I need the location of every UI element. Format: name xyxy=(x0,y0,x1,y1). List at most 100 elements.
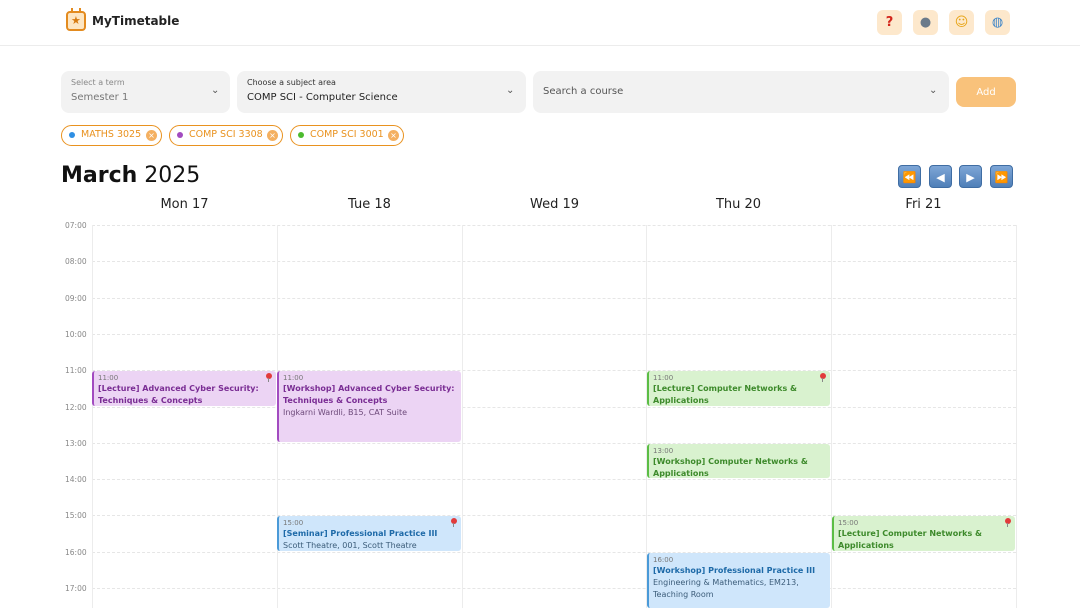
grid-line xyxy=(92,407,1016,408)
pin-icon[interactable] xyxy=(820,373,826,382)
app-title: MyTimetable xyxy=(92,14,180,28)
pin-icon[interactable] xyxy=(266,373,272,382)
chip-label: COMP SCI 3001 xyxy=(310,129,384,140)
color-dot-icon xyxy=(177,132,183,138)
day-divider xyxy=(1016,225,1017,608)
grid-line xyxy=(92,334,1016,335)
skip-forward-icon[interactable]: ⏩ xyxy=(990,165,1013,188)
day-divider xyxy=(646,225,647,608)
day-header-tue: Tue 18 xyxy=(348,197,391,212)
time-label: 07:00 xyxy=(65,221,87,230)
event-location: Teaching Room xyxy=(653,590,714,599)
event-time: 15:00 xyxy=(838,519,859,527)
grid-line xyxy=(92,261,1016,262)
chip-label: MATHS 3025 xyxy=(81,129,142,140)
color-dot-icon xyxy=(69,132,75,138)
close-icon[interactable]: × xyxy=(146,130,157,141)
event-title: [Lecture] Computer Networks & xyxy=(838,529,982,538)
smiley-icon[interactable]: ☺ xyxy=(949,10,974,35)
day-header-wed: Wed 19 xyxy=(529,197,580,212)
event-block[interactable]: 15:00 [Lecture] Computer Networks & Appl… xyxy=(832,516,1015,551)
globe-icon[interactable]: ◍ xyxy=(985,10,1010,35)
grid-line xyxy=(92,298,1016,299)
subject-area-label: Choose a subject area xyxy=(247,78,336,87)
chip-label: COMP SCI 3308 xyxy=(189,129,263,140)
day-divider xyxy=(92,225,93,608)
color-dot-icon xyxy=(298,132,304,138)
event-time: 11:00 xyxy=(283,374,304,382)
time-label: 08:00 xyxy=(65,257,87,266)
year: 2025 xyxy=(144,163,201,188)
course-chip-comp-sci-3308[interactable]: COMP SCI 3308 × xyxy=(169,125,283,146)
event-block[interactable]: 15:00 [Seminar] Professional Practice II… xyxy=(277,516,461,551)
event-time: 11:00 xyxy=(653,374,674,382)
feedback-chat-icon[interactable]: ● xyxy=(913,10,938,35)
event-block[interactable]: 13:00 [Workshop] Computer Networks & App… xyxy=(647,444,830,478)
previous-week-icon[interactable]: ◀ xyxy=(929,165,952,188)
event-block[interactable]: 11:00 [Lecture] Computer Networks & Appl… xyxy=(647,371,830,406)
grid-line xyxy=(92,588,1016,589)
event-title: Applications xyxy=(838,541,894,550)
time-label: 15:00 xyxy=(65,511,87,520)
grid-line xyxy=(92,479,1016,480)
event-time: 16:00 xyxy=(653,556,674,564)
time-label: 13:00 xyxy=(65,439,87,448)
event-block[interactable]: 11:00 [Lecture] Advanced Cyber Security:… xyxy=(92,371,276,406)
month-title: March 2025 xyxy=(61,163,200,188)
event-title: [Workshop] Advanced Cyber Security: xyxy=(283,384,455,393)
skip-back-icon[interactable]: ⏪ xyxy=(898,165,921,188)
time-label: 10:00 xyxy=(65,330,87,339)
event-block[interactable]: 16:00 [Workshop] Professional Practice I… xyxy=(647,553,830,608)
add-button[interactable]: Add xyxy=(956,77,1016,107)
pin-icon[interactable] xyxy=(1005,518,1011,527)
chevron-down-icon: ⌄ xyxy=(506,85,515,96)
event-title: [Lecture] Advanced Cyber Security: xyxy=(98,384,259,393)
grid-line xyxy=(92,443,1016,444)
grid-line xyxy=(92,552,1016,553)
event-title: Applications xyxy=(653,396,709,405)
course-search-placeholder: Search a course xyxy=(543,86,624,97)
grid-line xyxy=(92,225,1016,226)
day-divider xyxy=(831,225,832,608)
pin-icon[interactable] xyxy=(451,518,457,527)
chevron-down-icon: ⌄ xyxy=(211,85,220,96)
event-block[interactable]: 11:00 [Workshop] Advanced Cyber Security… xyxy=(277,371,461,442)
day-header-mon: Mon 17 xyxy=(160,197,209,212)
term-select-label: Select a term xyxy=(71,78,125,87)
course-chip-maths-3025[interactable]: MATHS 3025 × xyxy=(61,125,162,146)
event-time: 11:00 xyxy=(98,374,119,382)
course-search-input[interactable]: Search a course ⌄ xyxy=(533,71,949,113)
calendar-logo-icon: ★ xyxy=(66,8,86,31)
top-bar: ★ MyTimetable ? ● ☺ ◍ xyxy=(0,0,1080,46)
time-label: 16:00 xyxy=(65,548,87,557)
event-time: 13:00 xyxy=(653,447,674,455)
term-select[interactable]: Select a term Semester 1 ⌄ xyxy=(61,71,230,113)
time-label: 14:00 xyxy=(65,475,87,484)
time-label: 09:00 xyxy=(65,294,87,303)
close-icon[interactable]: × xyxy=(388,130,399,141)
chevron-down-icon: ⌄ xyxy=(929,85,938,96)
event-title: Techniques & Concepts xyxy=(283,396,388,405)
month-name: March xyxy=(61,163,138,188)
day-divider xyxy=(462,225,463,608)
time-label: 11:00 xyxy=(65,366,87,375)
event-time: 15:00 xyxy=(283,519,304,527)
close-icon[interactable]: × xyxy=(267,130,278,141)
course-chip-comp-sci-3001[interactable]: COMP SCI 3001 × xyxy=(290,125,404,146)
event-title: [Workshop] Computer Networks & xyxy=(653,457,808,466)
help-icon[interactable]: ? xyxy=(877,10,902,35)
time-label: 12:00 xyxy=(65,403,87,412)
event-title: [Workshop] Professional Practice III xyxy=(653,566,816,575)
event-location: Ingkarni Wardli, B15, CAT Suite xyxy=(283,408,407,417)
event-title: Applications xyxy=(653,469,709,478)
subject-area-value: COMP SCI - Computer Science xyxy=(247,92,398,103)
time-label: 17:00 xyxy=(65,584,87,593)
day-header-fri: Fri 21 xyxy=(905,197,942,212)
day-header-thu: Thu 20 xyxy=(715,197,762,212)
next-week-icon[interactable]: ▶ xyxy=(959,165,982,188)
event-title: [Lecture] Computer Networks & xyxy=(653,384,797,393)
event-location: Engineering & Mathematics, EM213, xyxy=(653,578,799,587)
subject-area-select[interactable]: Choose a subject area COMP SCI - Compute… xyxy=(237,71,526,113)
event-title: Techniques & Concepts xyxy=(98,396,203,405)
term-select-value: Semester 1 xyxy=(71,92,129,103)
